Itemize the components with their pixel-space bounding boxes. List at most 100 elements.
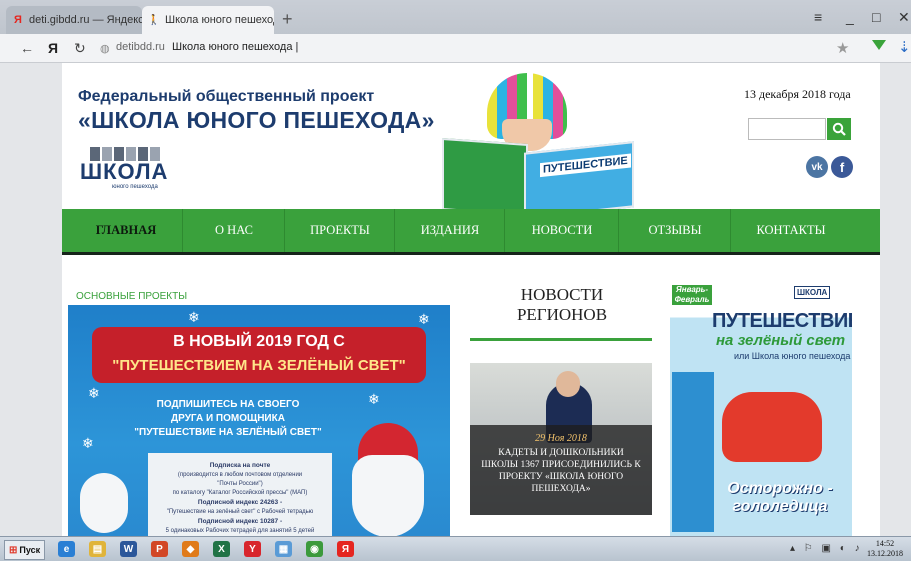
maximize-button[interactable]: □ <box>872 9 880 25</box>
globe-icon: ◍ <box>100 43 110 55</box>
yandex-icon[interactable]: Я <box>337 541 354 557</box>
news-date: 29 Ноя 2018 <box>535 433 587 444</box>
news-card[interactable]: 29 Ноя 2018 КАДЕТЫ И ДОШКОЛЬНИКИ ШКОЛЫ 1… <box>470 363 652 515</box>
card-line: Подписной индекс 24263 - <box>197 499 283 506</box>
banner-sub3: "ПУТЕШЕСТВИЕ НА ЗЕЛЁНЫЙ СВЕТ" <box>134 427 322 438</box>
pedestrian-icon: 🚶 <box>147 14 161 26</box>
banner-sub2: ДРУГА И ПОМОЩНИКА <box>171 413 285 424</box>
facebook-icon[interactable]: f <box>831 156 853 178</box>
search-button[interactable] <box>827 118 851 140</box>
cartoon-car-illustration <box>722 392 822 462</box>
bottom-line2: гололедица <box>732 498 828 515</box>
nav-item-about[interactable]: О НАС <box>182 209 285 252</box>
taskbar-clock[interactable]: 14:52 13.12.2018 <box>862 539 908 559</box>
powerpoint-icon[interactable]: P <box>151 541 168 557</box>
magazine-subtitle: или Школа юного пешехода <box>734 351 851 361</box>
nav-item-contacts[interactable]: КОНТАКТЫ <box>730 209 851 252</box>
tab-label: deti.gibdd.ru — Яндекс: на <box>29 14 142 26</box>
vk-icon[interactable]: vk <box>806 156 828 178</box>
word-icon[interactable]: W <box>120 541 137 557</box>
card-line: "Путешествие на зелёный свет" с Рабочей … <box>166 509 314 515</box>
os-taskbar: ⊞ Пуск e ▤ W P ◆ X Y ▦ ◉ Я ▴ ⚐ ▣ ◐ ♪ 14:52 13.12.… <box>0 536 911 561</box>
regional-news-heading: НОВОСТИ РЕГИОНОВ <box>472 285 652 325</box>
tab-bar: Я deti.gibdd.ru — Яндекс: на 🚶 Школа юно… <box>0 0 911 34</box>
subscription-card: Подписка на почте (производится в любом … <box>148 453 332 536</box>
windows-flag-icon: ⊞ <box>9 544 18 556</box>
download-arrow-icon[interactable] <box>872 40 886 50</box>
card-line: Подписной индекс 10287 - <box>197 518 283 525</box>
hero-book-title: ПУТЕШЕСТВИЕ <box>540 153 631 178</box>
site-container: Федеральный общественный проект «ШКОЛА Ю… <box>62 63 880 536</box>
yandex-browser-icon[interactable]: Y <box>244 541 261 557</box>
hero-child-illustration: ПУТЕШЕСТВИЕ <box>440 63 646 219</box>
book-left <box>442 137 528 217</box>
page-viewport: Федеральный общественный проект «ШКОЛА Ю… <box>0 63 911 536</box>
back-button[interactable]: ← <box>20 40 34 56</box>
search-input[interactable] <box>748 118 826 140</box>
snowflake-icon: ❄ <box>188 309 200 325</box>
tab-label: Школа юного пешехода <box>165 14 274 26</box>
nav-item-main[interactable]: ГЛАВНАЯ <box>70 209 182 252</box>
section-tag-label: ОСНОВНЫЕ ПРОЕКТЫ <box>76 291 188 302</box>
media-icon[interactable]: ◆ <box>182 541 199 557</box>
magazine-month: Январь-Февраль <box>672 285 712 305</box>
url-title: Школа юного пешехода | <box>172 41 299 53</box>
downloads-icon[interactable]: ⇣ <box>898 38 911 56</box>
magazine-cover[interactable]: Январь-Февраль ШКОЛА ПУТЕШЕСТВИЕ на зелё… <box>670 282 852 536</box>
new-tab-button[interactable]: + <box>282 9 293 30</box>
system-tray-icons[interactable]: ▴ ⚐ ▣ ◐ ♪ <box>790 543 863 554</box>
magazine-bottom-title: Осторожно - гололедица <box>710 480 850 516</box>
book-right: ПУТЕШЕСТВИЕ <box>524 141 634 219</box>
new-year-banner[interactable]: В НОВЫЙ 2019 ГОД С "ПУТЕШЕСТВИЕМ НА ЗЕЛЁ… <box>68 305 450 536</box>
close-window-button[interactable]: ✕ <box>898 9 910 26</box>
clock-time: 14:52 <box>875 539 895 548</box>
card-line: "Почты России") <box>217 481 263 487</box>
banner-line2: "ПУТЕШЕСТВИЕМ НА ЗЕЛЁНЫЙ СВЕТ" <box>112 357 406 374</box>
nav-item-news[interactable]: НОВОСТИ <box>504 209 619 252</box>
explorer-icon[interactable]: ▤ <box>89 541 106 557</box>
address-bar: ← Я ↻ ◍ detibdd.ru Школа юного пешехода … <box>0 34 911 63</box>
snowflake-icon: ❄ <box>368 391 380 407</box>
site-logo[interactable]: ШКОЛА юного пешехода <box>80 147 170 193</box>
snowman-illustration <box>80 473 128 533</box>
menu-icon[interactable]: ≡ <box>814 9 822 25</box>
search-icon <box>832 122 846 136</box>
logo-word: ШКОЛА <box>80 159 169 184</box>
card-title: Подписка на почте <box>209 462 271 469</box>
url-domain: detibdd.ru <box>116 41 165 53</box>
nav-item-publications[interactable]: ИЗДАНИЯ <box>394 209 505 252</box>
santa-beard <box>352 455 424 536</box>
card-line: по каталогу "Каталог Российской прессы" … <box>172 490 308 496</box>
excel-icon[interactable]: X <box>213 541 230 557</box>
start-label: Пуск <box>19 545 41 555</box>
current-date: 13 декабря 2018 года <box>744 87 851 101</box>
yandex-logo-button[interactable]: Я <box>48 40 58 56</box>
card-line: (производится в любом почтовом отделении <box>177 472 303 478</box>
snowflake-icon: ❄ <box>418 311 430 327</box>
nav-item-reviews[interactable]: ОТЗЫВЫ <box>618 209 731 252</box>
magazine-title: ПУТЕШЕСТВИЕ <box>712 310 852 332</box>
banner-line1: В НОВЫЙ 2019 ГОД С <box>173 333 345 350</box>
magazine-logo: ШКОЛА <box>794 286 831 299</box>
minimize-button[interactable]: _ <box>846 9 854 25</box>
reload-button[interactable]: ↻ <box>74 40 86 57</box>
tab-yandex-search[interactable]: Я deti.gibdd.ru — Яндекс: на <box>6 6 142 34</box>
folder-icon[interactable]: ▦ <box>275 541 292 557</box>
bottom-line1: Осторожно - <box>727 480 833 497</box>
ie-icon[interactable]: e <box>58 541 75 557</box>
clock-date: 13.12.2018 <box>867 549 903 558</box>
main-nav: ГЛАВНАЯ О НАС ПРОЕКТЫ ИЗДАНИЯ НОВОСТИ ОТ… <box>62 209 880 255</box>
start-button[interactable]: ⊞ Пуск <box>4 540 46 560</box>
url-field[interactable]: detibdd.ru Школа юного пешехода | <box>116 41 298 53</box>
news-heading-line1: НОВОСТИ <box>520 285 604 304</box>
banner-sub1: ПОДПИШИТЕСЬ НА СВОЕГО <box>156 399 300 410</box>
magazine-title2: на зелёный свет <box>716 332 846 349</box>
logo-subtitle: юного пешехода <box>112 184 158 190</box>
section-tag: ОСНОВНЫЕ ПРОЕКТЫ <box>70 287 450 307</box>
tab-school-pedestrian[interactable]: 🚶 Школа юного пешехода × <box>142 6 274 34</box>
bookmark-star-icon[interactable]: ★ <box>836 39 849 57</box>
card-line: 5 одинаковых Рабочих тетрадей для заняти… <box>165 528 315 534</box>
chrome-icon[interactable]: ◉ <box>306 541 323 557</box>
nav-item-projects[interactable]: ПРОЕКТЫ <box>284 209 395 252</box>
news-title[interactable]: КАДЕТЫ И ДОШКОЛЬНИКИ ШКОЛЫ 1367 ПРИСОЕДИ… <box>480 447 642 495</box>
